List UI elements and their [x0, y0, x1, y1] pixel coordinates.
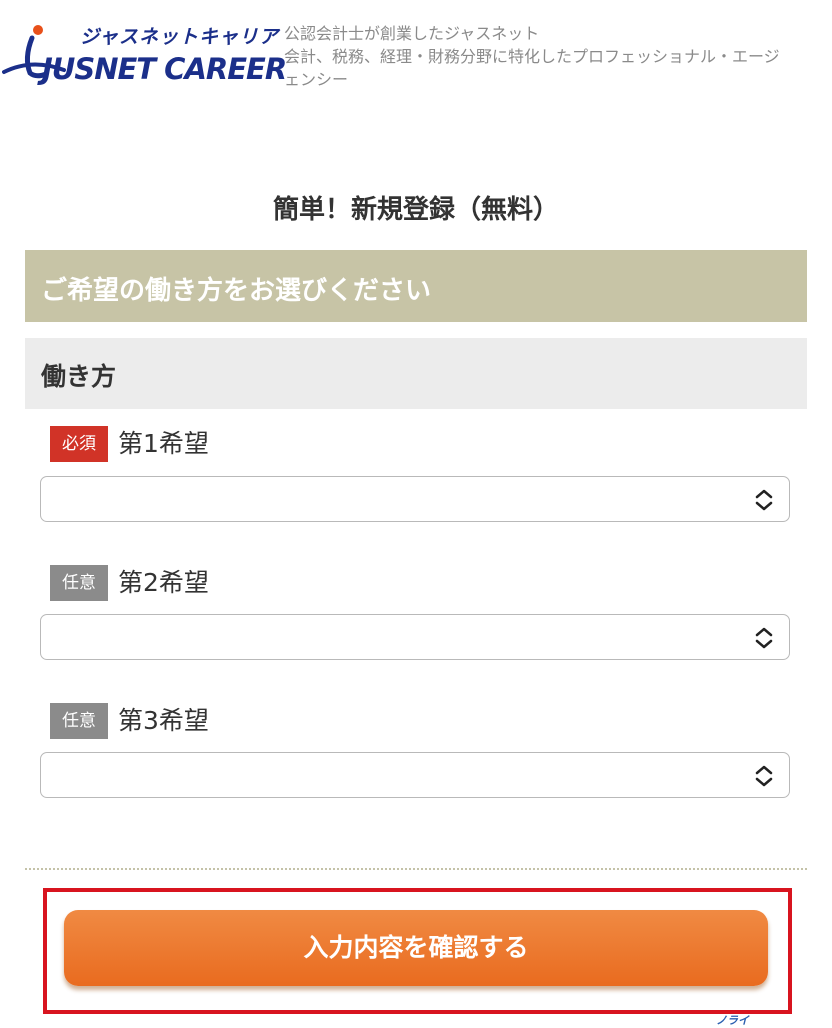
chevron-up-down-icon	[755, 489, 773, 511]
second-choice-select[interactable]	[40, 614, 790, 660]
confirm-input-button[interactable]: 入力内容を確認する	[64, 910, 768, 986]
tagline-line: 公認会計士が創業したジャスネット	[284, 24, 540, 43]
site-header: ジャスネットキャリア JUSNET CAREER 公認会計士が創業したジャスネッ…	[0, 0, 832, 110]
section-heading: ご希望の働き方をお選びください	[41, 276, 432, 306]
logo-kana-text: ジャスネットキャリア	[80, 26, 280, 48]
required-badge: 必須	[50, 426, 108, 462]
chevron-up-down-icon	[755, 627, 773, 649]
page-title: 簡単！新規登録（無料）	[272, 195, 559, 225]
optional-badge: 任意	[50, 565, 108, 601]
field-label-text: 第3希望	[118, 706, 209, 735]
field-label-text: 第1希望	[118, 429, 209, 458]
dotted-divider	[25, 868, 807, 870]
field-label-text: 第2希望	[118, 568, 209, 597]
partial-badge-logo: ノライ	[716, 1014, 749, 1027]
jusnet-career-logo[interactable]: ジャスネットキャリア JUSNET CAREER	[2, 18, 287, 94]
first-choice-select[interactable]	[40, 476, 790, 522]
logo-english-text: JUSNET CAREER	[42, 52, 287, 86]
header-tagline: 公認会計士が創業したジャスネット 会計、税務、経理・財務分野に特化したプロフェッ…	[284, 22, 829, 91]
third-choice-select[interactable]	[40, 752, 790, 798]
subsection-heading-band: 働き方	[25, 338, 807, 409]
optional-badge: 任意	[50, 703, 108, 739]
subsection-heading: 働き方	[41, 362, 117, 391]
section-heading-band: ご希望の働き方をお選びください	[25, 250, 807, 322]
chevron-up-down-icon	[755, 765, 773, 787]
tagline-line: ェンシー	[284, 70, 349, 89]
tagline-line: 会計、税務、経理・財務分野に特化したプロフェッショナル・エージ	[284, 47, 780, 66]
